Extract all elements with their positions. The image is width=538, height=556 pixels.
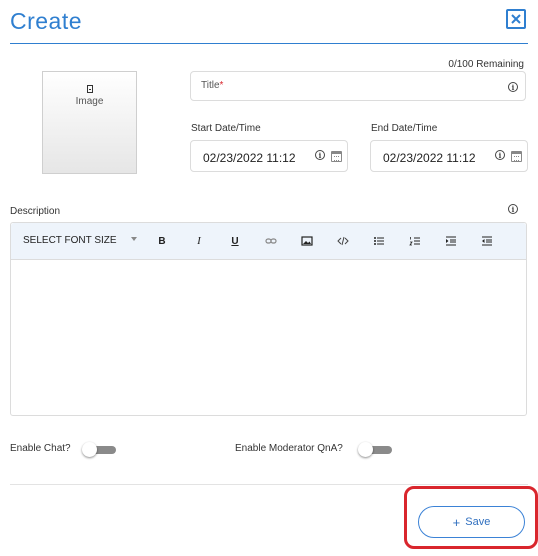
image-icon [301, 236, 313, 246]
editor-toolbar: SELECT FONT SIZE B I U [11, 223, 526, 260]
plus-icon: + [452, 514, 461, 530]
close-icon [511, 14, 521, 24]
end-date-input[interactable]: 02/23/2022 11:12 i [370, 140, 528, 172]
outdent-button[interactable] [479, 233, 495, 249]
underline-button[interactable]: U [227, 233, 243, 249]
font-size-select[interactable]: SELECT FONT SIZE [23, 235, 117, 246]
info-icon[interactable]: i [315, 150, 325, 160]
end-date-value: 02/23/2022 11:12 [383, 151, 476, 165]
italic-button[interactable]: I [191, 233, 207, 249]
title-placeholder: Title* [201, 80, 224, 91]
dialog-title: Create [10, 8, 83, 34]
close-button[interactable] [506, 9, 526, 29]
chevron-down-icon[interactable] [131, 237, 137, 241]
enable-qna-toggle[interactable] [358, 442, 392, 457]
info-icon[interactable]: i [495, 150, 505, 160]
indent-button[interactable] [443, 233, 459, 249]
code-icon [337, 236, 349, 246]
header-divider [10, 43, 528, 44]
start-date-label: Start Date/Time [191, 123, 261, 134]
outdent-icon [482, 236, 492, 246]
required-mark: * [219, 80, 224, 91]
toggle-knob [358, 442, 373, 457]
numbered-list-icon [409, 237, 420, 246]
info-icon[interactable]: i [508, 82, 518, 92]
start-date-input[interactable]: 02/23/2022 11:12 i [190, 140, 348, 172]
indent-icon [446, 236, 456, 246]
calendar-icon[interactable] [331, 151, 342, 162]
link-button[interactable] [263, 233, 279, 249]
bold-button[interactable]: B [154, 233, 170, 249]
info-icon[interactable]: i [508, 204, 518, 214]
title-input[interactable]: Title* i [190, 71, 526, 101]
numbered-list-button[interactable] [407, 233, 423, 249]
toggle-knob [82, 442, 97, 457]
bullet-list-icon [374, 237, 384, 245]
save-label: Save [465, 516, 491, 528]
insert-image-button[interactable] [299, 233, 315, 249]
dialog-header: Create [0, 0, 538, 46]
bullet-list-button[interactable] [371, 233, 387, 249]
description-label: Description [10, 206, 61, 217]
footer-divider [10, 484, 528, 485]
save-button[interactable]: + Save [418, 506, 525, 538]
image-icon [86, 85, 93, 93]
end-date-label: End Date/Time [371, 123, 438, 134]
link-icon [265, 238, 277, 244]
enable-chat-toggle[interactable] [82, 442, 116, 457]
image-upload[interactable]: Image [42, 71, 137, 174]
enable-chat-label: Enable Chat? [10, 443, 71, 454]
start-date-value: 02/23/2022 11:12 [203, 151, 296, 165]
description-editor[interactable]: SELECT FONT SIZE B I U [10, 222, 527, 416]
remaining-count: 0/100 Remaining [448, 59, 524, 70]
calendar-icon[interactable] [511, 151, 522, 162]
image-label: Image [75, 96, 104, 107]
enable-qna-label: Enable Moderator QnA? [235, 443, 343, 454]
code-button[interactable] [335, 233, 351, 249]
